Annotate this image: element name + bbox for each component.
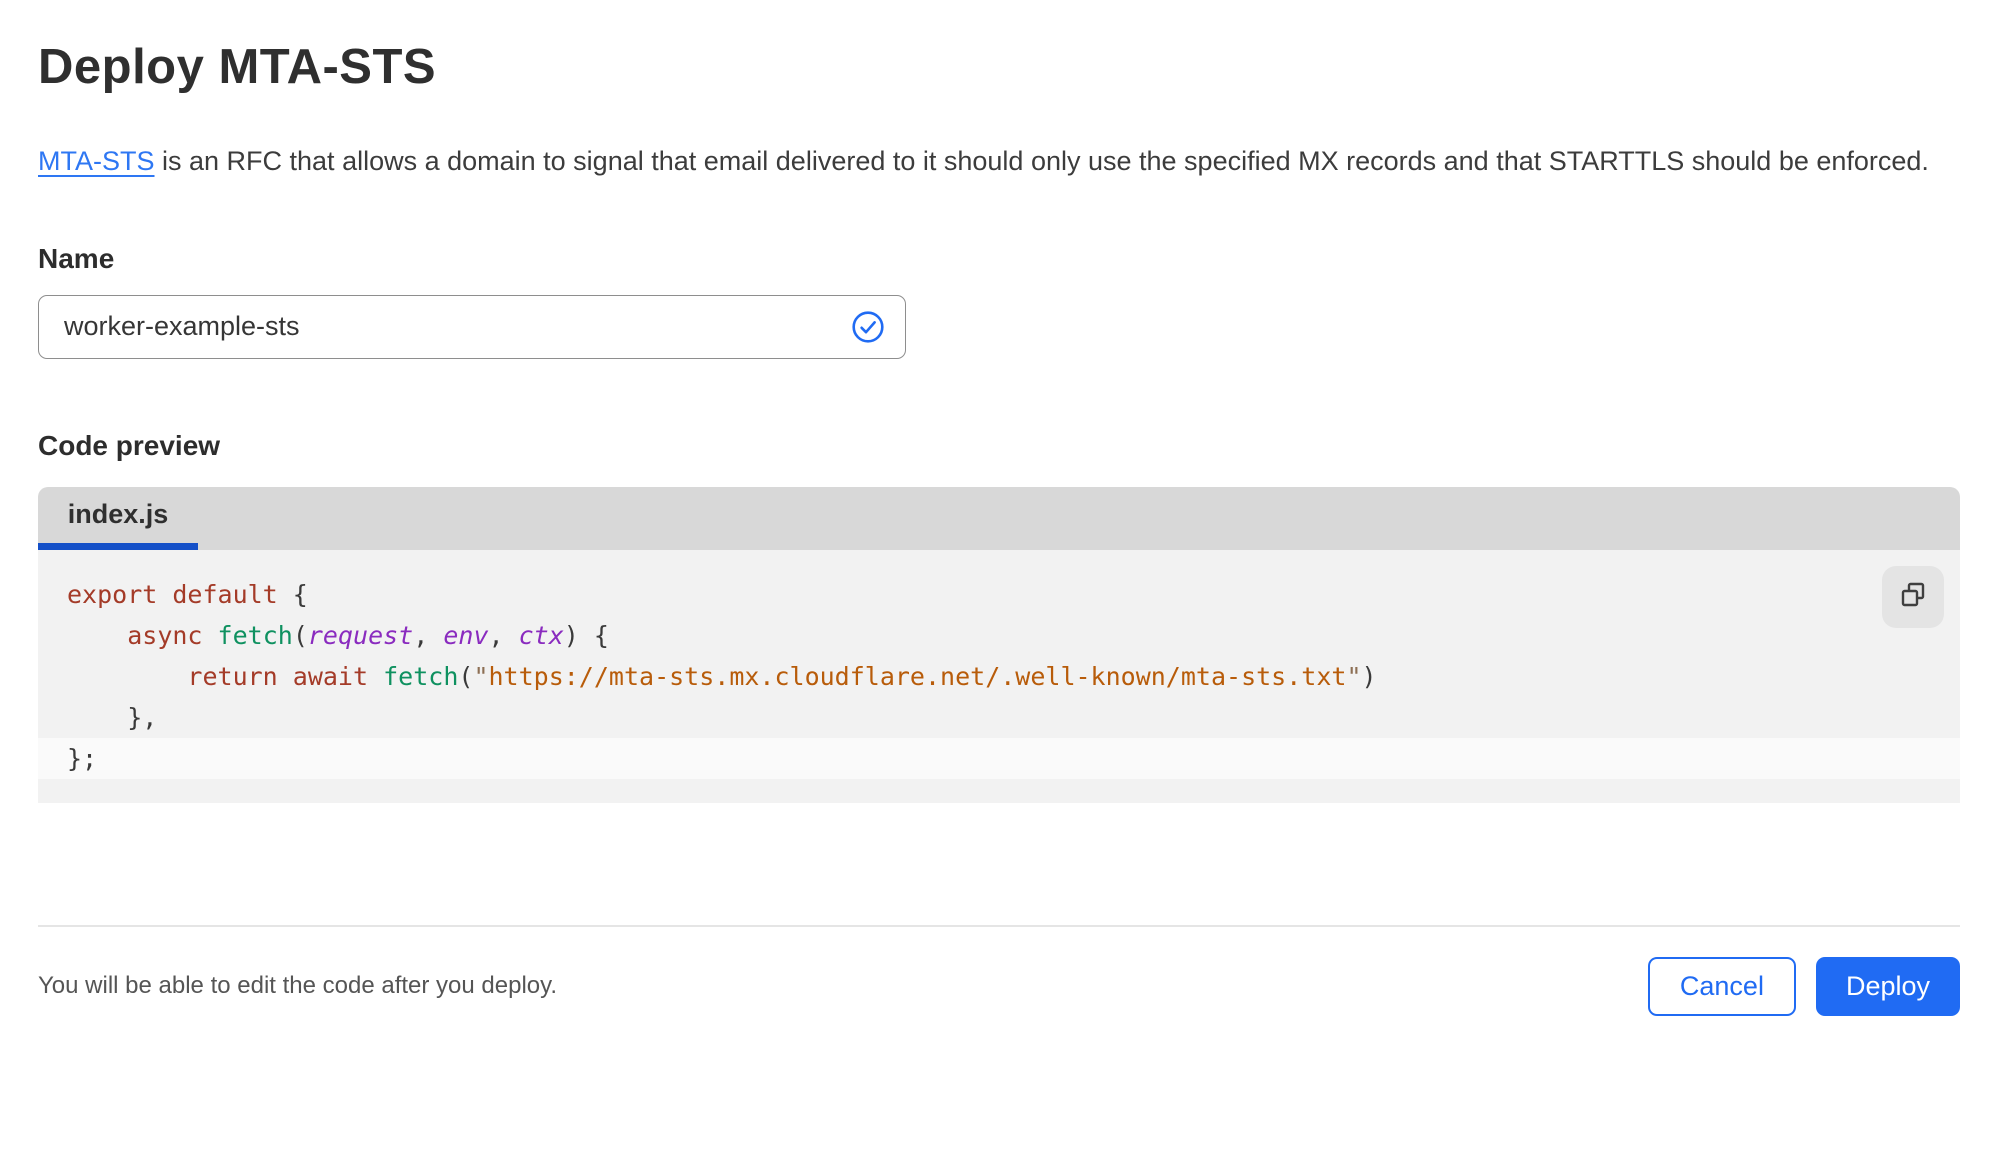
- code-line: export default {: [67, 579, 308, 609]
- deploy-button[interactable]: Deploy: [1815, 956, 1960, 1016]
- deploy-mta-sts-page: Deploy MTA-STS MTA-STS is an RFC that al…: [0, 38, 1999, 1016]
- code-lines: export default { async fetch(request, en…: [38, 574, 1960, 779]
- code-line: },: [67, 702, 158, 732]
- code-preview-card: index.js export default { async fetch(re…: [38, 486, 1960, 803]
- description: MTA-STS is an RFC that allows a domain t…: [38, 139, 1938, 184]
- name-label: Name: [38, 242, 115, 274]
- name-input[interactable]: [38, 294, 906, 359]
- code-preview-label: Code preview: [38, 429, 221, 461]
- mta-sts-link[interactable]: MTA-STS: [38, 146, 155, 176]
- cancel-button[interactable]: Cancel: [1647, 956, 1796, 1016]
- code-editor[interactable]: export default { async fetch(request, en…: [38, 549, 1960, 803]
- footer: You will be able to edit the code after …: [38, 927, 1960, 1016]
- code-tab-bar: index.js: [38, 486, 1960, 550]
- footer-note: You will be able to edit the code after …: [38, 972, 558, 1000]
- tab-index-js[interactable]: index.js: [38, 487, 198, 550]
- copy-code-button[interactable]: [1882, 565, 1944, 628]
- name-input-wrap: [38, 294, 906, 359]
- footer-actions: Cancel Deploy: [1647, 956, 1960, 1016]
- check-circle-icon: [851, 310, 885, 344]
- description-text: is an RFC that allows a domain to signal…: [154, 145, 1929, 176]
- code-line: return await fetch("https://mta-sts.mx.c…: [187, 661, 1377, 691]
- code-line: };: [38, 737, 1960, 779]
- copy-icon: [1897, 579, 1929, 614]
- page-title: Deploy MTA-STS: [38, 40, 437, 94]
- code-line: async fetch(request, env, ctx) {: [127, 620, 609, 650]
